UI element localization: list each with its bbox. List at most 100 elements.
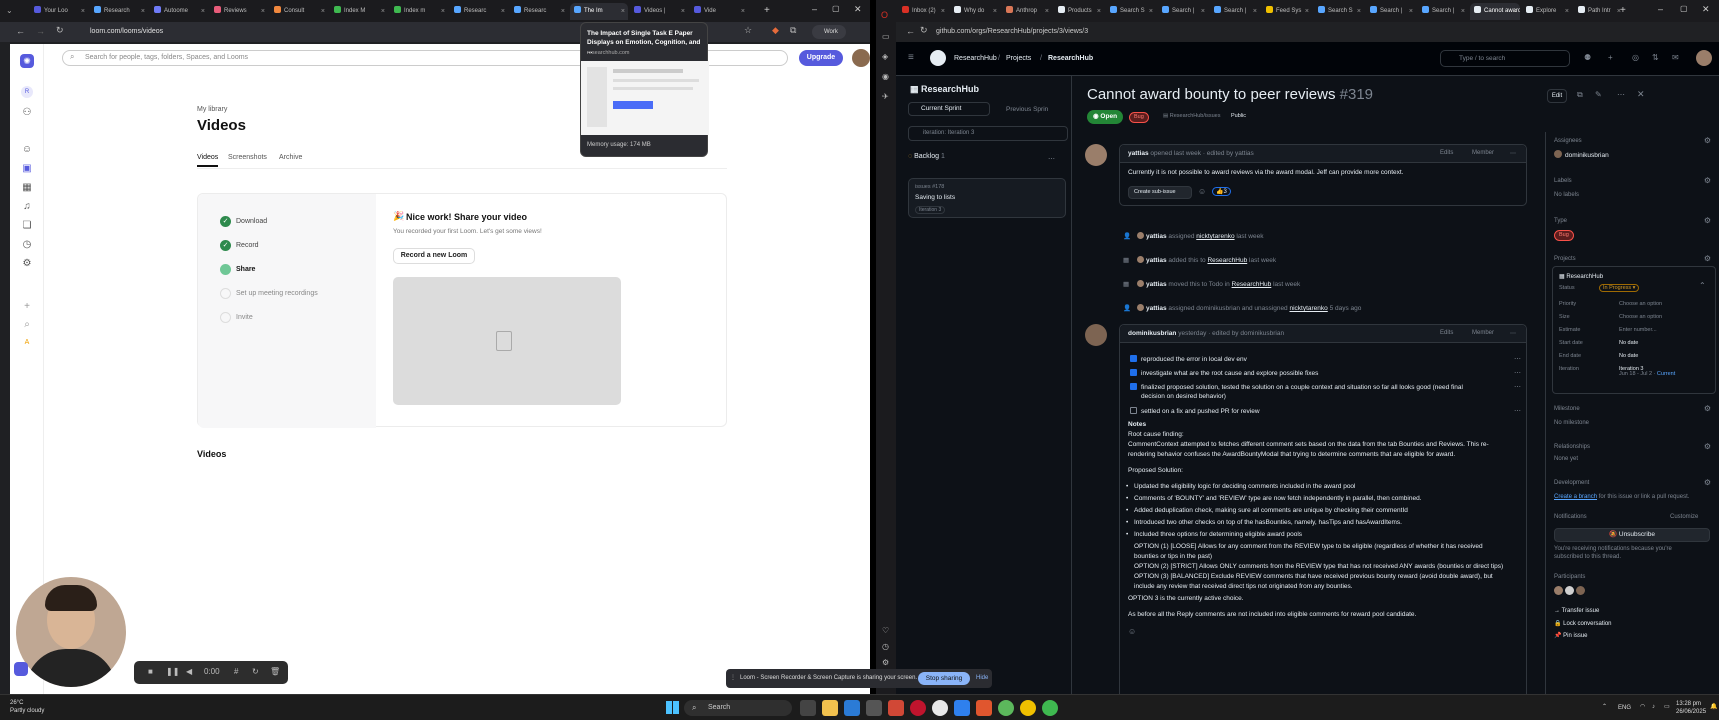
breadcrumb[interactable]: My library <box>197 106 227 113</box>
development-gear-icon[interactable]: ⚙ <box>1704 478 1711 487</box>
browser-tab[interactable]: Your Loo × <box>30 3 88 20</box>
browser-tab[interactable]: Cannot award bo× <box>1470 3 1520 20</box>
browser-tab[interactable]: Why do × <box>950 3 1000 20</box>
plus-icon[interactable]: + <box>1608 53 1613 62</box>
participant-avatar[interactable] <box>1575 586 1585 595</box>
assignee[interactable]: dominikusbrian <box>1554 150 1609 159</box>
status-dropdown[interactable]: In Progress ▾ <box>1599 284 1640 292</box>
projects-gear-icon[interactable]: ⚙ <box>1704 254 1711 263</box>
browser-tab[interactable]: Researc × <box>450 3 508 20</box>
browser-tab[interactable]: Anthrop × <box>1002 3 1052 20</box>
people-icon[interactable]: ☺ <box>20 143 34 157</box>
weather-widget[interactable]: 26°C Partly cloudy <box>10 699 44 715</box>
stop-sharing-button[interactable]: Stop sharing <box>918 672 970 685</box>
checkbox[interactable] <box>1130 383 1137 390</box>
opera-icon[interactable] <box>910 700 926 716</box>
close-tab-icon[interactable]: × <box>1097 3 1101 20</box>
participant-avatar[interactable] <box>1554 586 1563 595</box>
pause-icon[interactable]: ❚❚ <box>166 667 179 676</box>
task-menu-icon[interactable]: ⋯ <box>1514 407 1521 415</box>
chrome-icon[interactable] <box>1042 700 1058 716</box>
event-target[interactable]: nicktytarenko <box>1289 305 1327 312</box>
copilot-icon[interactable]: ⚉ <box>1584 53 1591 62</box>
browser-tab[interactable]: Search | × <box>1210 3 1260 20</box>
app-icon[interactable] <box>888 700 904 716</box>
browser-tab[interactable]: Search | × <box>1366 3 1416 20</box>
close-tab-icon[interactable]: × <box>201 3 205 20</box>
mail-icon[interactable] <box>844 700 860 716</box>
browser-tab[interactable]: Path Intr × <box>1574 3 1624 20</box>
windows-start-icon[interactable] <box>666 701 679 714</box>
create-branch-link[interactable]: Create a branch <box>1554 494 1597 500</box>
settings-gear-icon[interactable]: ⚙ <box>20 257 34 271</box>
close-panel-icon[interactable]: ✕ <box>1637 89 1645 100</box>
event-target[interactable]: nicktytarenko <box>1196 233 1234 240</box>
clock[interactable]: 13:28 pm 26/06/2025 <box>1676 700 1706 716</box>
loom-recorder-icon[interactable] <box>14 662 28 676</box>
browser-tab[interactable]: Index M × <box>330 3 388 20</box>
browser-tab[interactable]: Products × <box>1054 3 1104 20</box>
event-actor[interactable]: yattias <box>1146 233 1167 240</box>
reload-icon[interactable]: ↻ <box>56 25 64 36</box>
search-icon[interactable]: ⌕ <box>20 318 34 332</box>
back-icon[interactable]: ← <box>906 26 915 36</box>
milestone-gear-icon[interactable]: ⚙ <box>1704 404 1711 413</box>
column-menu-icon[interactable]: ⋯ <box>1048 155 1055 163</box>
chrome-icon[interactable] <box>1020 700 1036 716</box>
task-item[interactable]: reproduced the error in local dev env <box>1130 355 1247 363</box>
add-icon[interactable]: + <box>20 300 34 314</box>
tab-screenshots[interactable]: Screenshots <box>228 154 267 161</box>
pull-requests-icon[interactable]: ⇅ <box>1652 53 1659 62</box>
event-target[interactable]: ResearchHub <box>1232 281 1272 288</box>
rewind-icon[interactable]: ◀ <box>186 667 192 676</box>
collapse-icon[interactable]: ⌃ <box>1699 281 1706 290</box>
github-logo-icon[interactable] <box>930 50 946 66</box>
add-reaction-icon[interactable]: ☺ <box>1128 627 1136 636</box>
browser-tab[interactable]: Research × <box>90 3 148 20</box>
sidebar-app-icon[interactable]: ▭ <box>882 32 890 41</box>
hide-button[interactable]: Hide <box>976 675 988 681</box>
project-field-value[interactable]: No date <box>1619 353 1638 359</box>
breadcrumb-org[interactable]: ResearchHub <box>954 55 997 62</box>
checkbox[interactable] <box>1130 407 1137 414</box>
checkbox[interactable] <box>1130 355 1137 362</box>
project-field-value[interactable]: Choose an option <box>1619 301 1662 307</box>
close-tab-icon[interactable]: × <box>621 3 625 20</box>
apps-badge-icon[interactable]: A <box>20 336 34 350</box>
url-field[interactable]: github.com/orgs/ResearchHub/projects/3/v… <box>936 25 1088 39</box>
vscode-icon[interactable] <box>954 700 970 716</box>
tab-videos[interactable]: Videos <box>197 154 219 167</box>
close-tab-icon[interactable]: × <box>1253 3 1257 20</box>
notification-bell-icon[interactable]: 🔔 <box>1710 703 1717 711</box>
close-tab-icon[interactable]: × <box>941 3 945 20</box>
sidebar-app-icon[interactable]: ◈ <box>882 52 888 61</box>
library-icon[interactable]: ▣ <box>20 162 34 176</box>
reload-icon[interactable]: ↻ <box>920 25 928 36</box>
tab-search-icon[interactable]: ⌄ <box>6 6 16 16</box>
project-field-value[interactable]: Enter number... <box>1619 327 1657 333</box>
user-avatar[interactable] <box>1696 50 1712 66</box>
workspace-avatar[interactable]: R <box>21 86 33 98</box>
close-tab-icon[interactable]: × <box>1305 3 1309 20</box>
pin-icon[interactable]: ✎ <box>1595 90 1602 99</box>
close-tab-icon[interactable]: × <box>741 3 745 20</box>
browser-tab[interactable]: Feed Sys × <box>1262 3 1312 20</box>
user-avatar[interactable] <box>852 49 870 67</box>
browser-tab[interactable]: Consult × <box>270 3 328 20</box>
stop-icon[interactable]: ■ <box>148 667 153 676</box>
store-icon[interactable] <box>866 700 882 716</box>
chrome-icon[interactable] <box>932 700 948 716</box>
browser-tab[interactable]: Search | × <box>1158 3 1208 20</box>
close-tab-icon[interactable]: × <box>501 3 505 20</box>
sidebar-app-icon[interactable]: ◉ <box>882 72 889 81</box>
browser-tab[interactable]: Vide × <box>690 3 748 20</box>
task-view-icon[interactable] <box>800 700 816 716</box>
office-icon[interactable] <box>976 700 992 716</box>
record-new-loom-button[interactable]: Record a new Loom <box>393 248 475 264</box>
browser-tab[interactable]: Researc × <box>510 3 568 20</box>
copy-link-icon[interactable]: ⧉ <box>1577 90 1583 100</box>
close-window-button[interactable]: ✕ <box>1702 4 1710 15</box>
task-menu-icon[interactable]: ⋯ <box>1514 383 1521 391</box>
breadcrumb-projects[interactable]: Projects <box>1006 55 1031 62</box>
calendar-icon[interactable]: ▦ <box>20 181 34 195</box>
